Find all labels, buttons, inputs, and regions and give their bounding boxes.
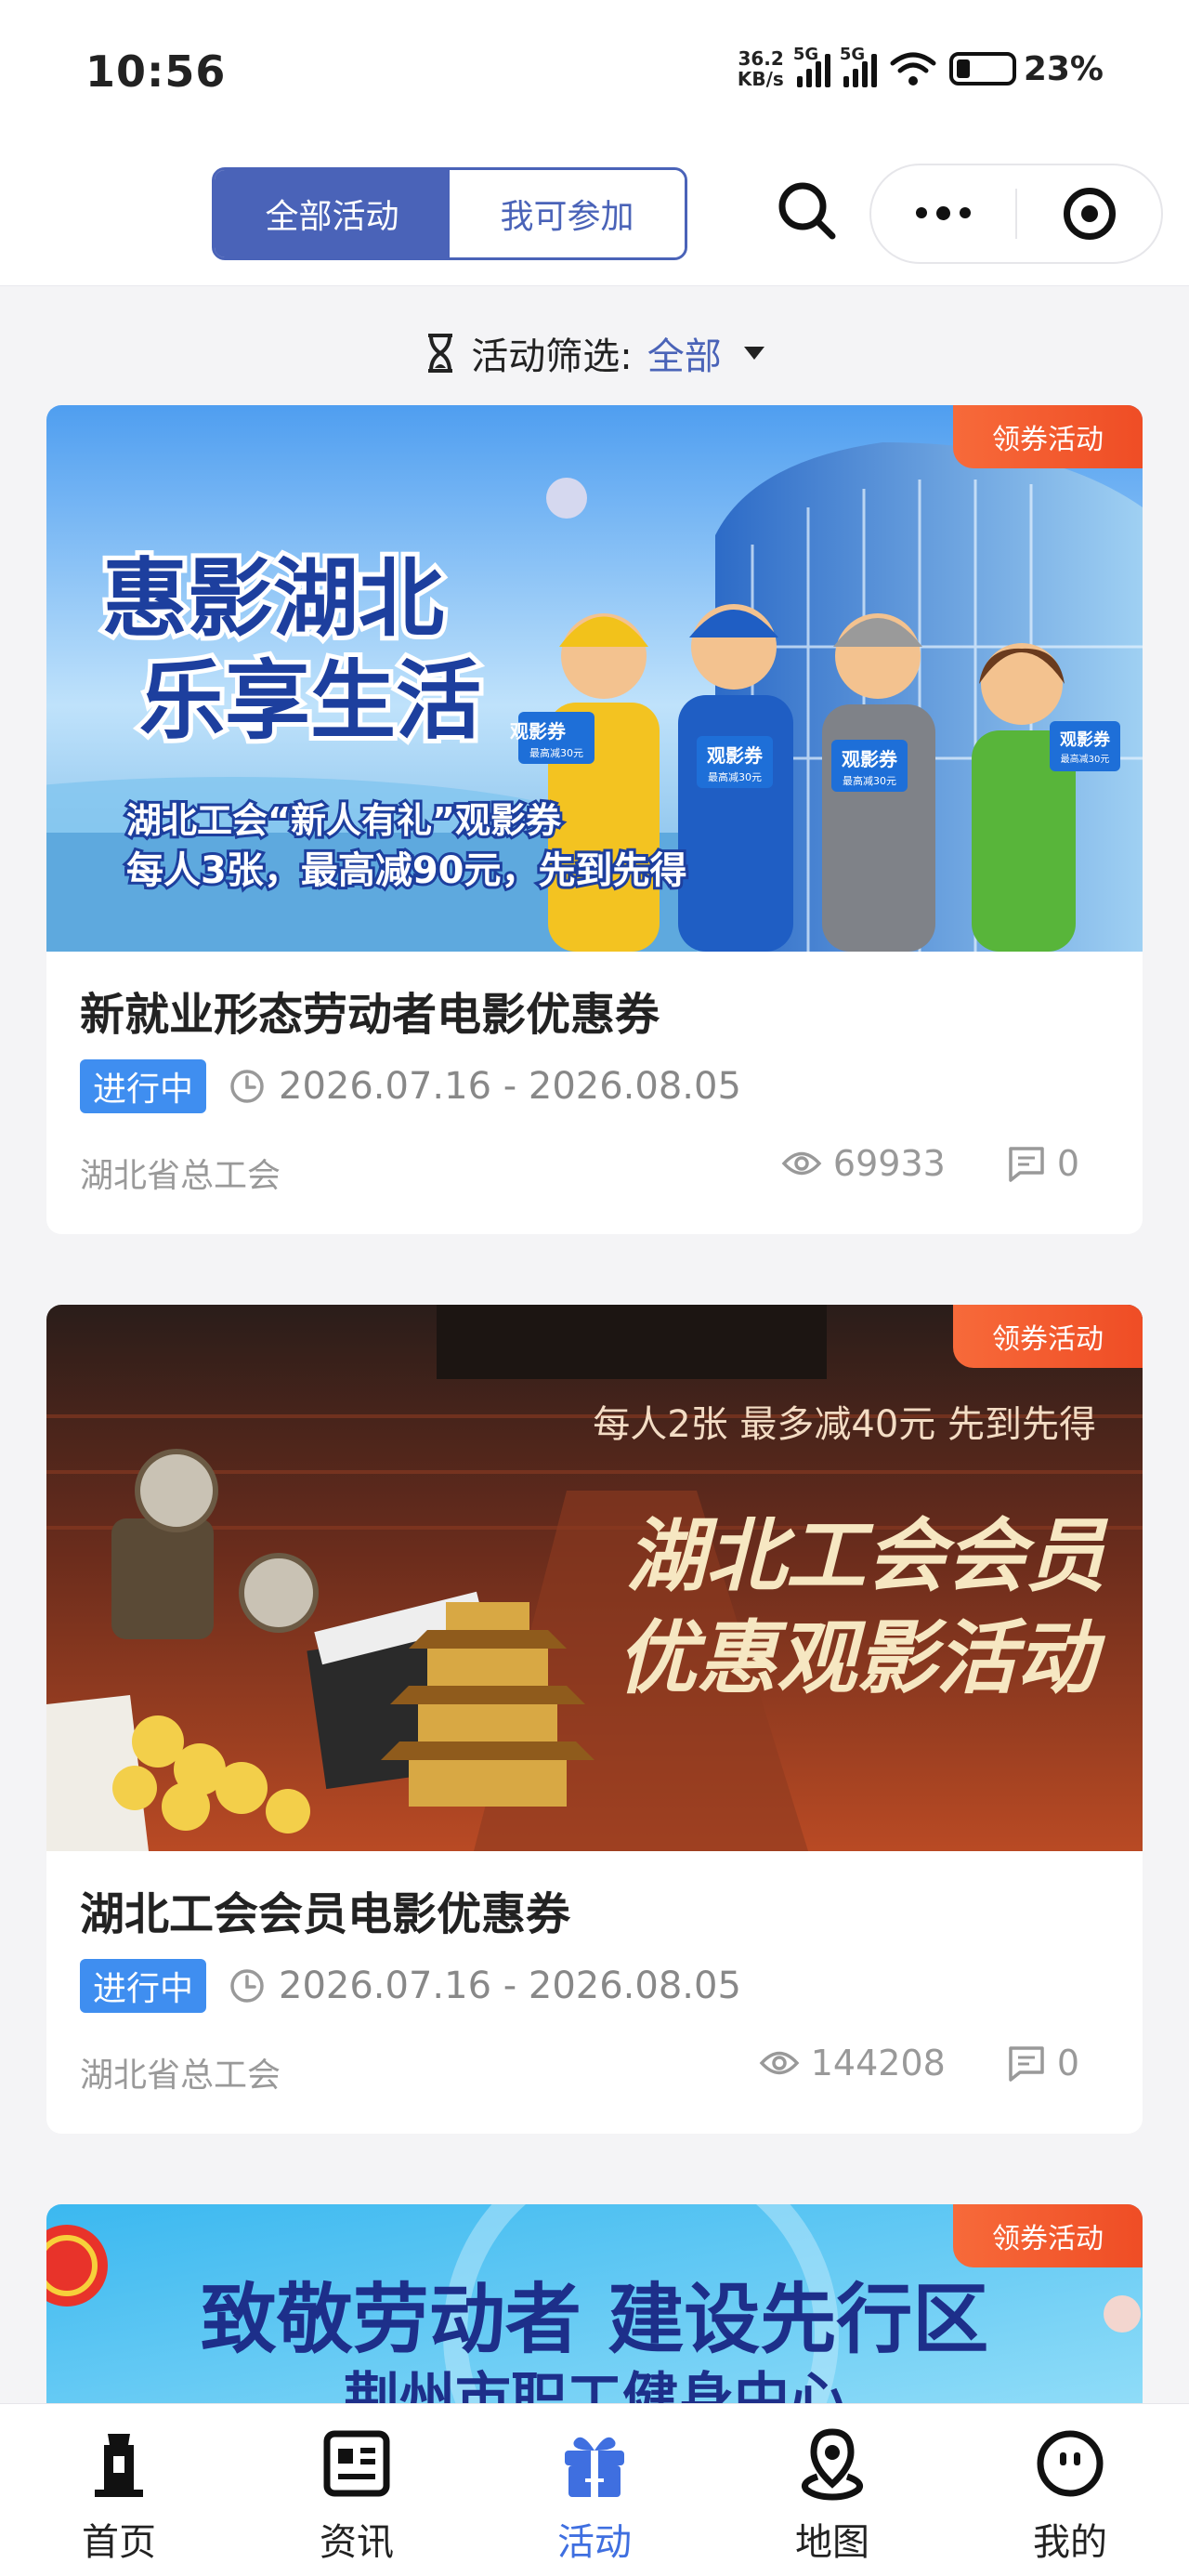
view-count: 69933 [781, 1143, 946, 1184]
miniprogram-capsule [869, 164, 1163, 264]
target-circle-icon [1063, 188, 1116, 240]
svg-text:最高减30元: 最高减30元 [529, 746, 583, 759]
svg-text:荆州市职工健身中心: 荆州市职工健身中心 [344, 2367, 845, 2403]
comment-count[interactable]: 0 [1007, 1143, 1079, 1184]
status-badge: 进行中 [80, 1959, 207, 2013]
svg-text:最高减30元: 最高减30元 [1061, 753, 1110, 765]
signal-5g-icon-2: 5G [840, 45, 877, 87]
clock-icon [230, 1070, 264, 1103]
svg-text:乐享生活: 乐享生活 [139, 651, 481, 751]
map-pin-icon [802, 2428, 863, 2501]
top-nav: 全部活动 我可参加 [0, 149, 1189, 286]
tab-news[interactable]: 资讯 [238, 2404, 476, 2576]
view-count: 144208 [759, 2043, 946, 2083]
activity-stats: 69933 0 [781, 1143, 1079, 1184]
union-movie-banner-image: 每人2张 最多减40元 先到先得 湖北工会会员 优惠观影活动 [46, 1305, 1143, 1851]
eye-icon [781, 1151, 822, 1176]
bottom-tab-bar: 首页 资讯 活动 地图 我的 [0, 2403, 1189, 2576]
coupon-activity-badge: 领券活动 [953, 1305, 1143, 1368]
coupon-activity-badge: 领券活动 [953, 2204, 1143, 2267]
activity-scope-toggle: 全部活动 我可参加 [212, 167, 687, 260]
more-dots-icon [916, 206, 971, 220]
activity-date: 2026.07.16 - 2026.08.05 [229, 1059, 741, 1113]
tab-home[interactable]: 首页 [0, 2404, 238, 2576]
filter-value[interactable]: 全部 [647, 326, 722, 380]
svg-text:湖北工会会员: 湖北工会会员 [626, 1510, 1109, 1603]
home-tower-icon [95, 2434, 143, 2497]
battery-icon [948, 52, 1016, 85]
tab-map[interactable]: 地图 [713, 2404, 951, 2576]
svg-text:观影券: 观影券 [1060, 729, 1111, 750]
tab-joinable-activities[interactable]: 我可参加 [450, 170, 685, 257]
activity-card[interactable]: 每人2张 最多减40元 先到先得 湖北工会会员 优惠观影活动 领券活动 湖北工会… [46, 1305, 1143, 2134]
svg-text:观影券: 观影券 [842, 748, 898, 770]
svg-text:每人2张 最多减40元 先到先得: 每人2张 最多减40元 先到先得 [593, 1403, 1096, 1446]
status-bar: 10:56 36.2 KB/s 5G 5G 23% [0, 0, 1189, 149]
clock-icon [230, 1969, 264, 2003]
activity-banner: 致敬劳动者 建设先行区 荆州市职工健身中心 领券活动 [46, 2204, 1143, 2403]
svg-text:每人3张，最高减90元，先到先得: 每人3张，最高减90元，先到先得 [126, 849, 687, 892]
svg-text:最高减30元: 最高减30元 [708, 770, 762, 783]
svg-text:观影券: 观影券 [707, 744, 764, 767]
comment-count[interactable]: 0 [1007, 2043, 1079, 2083]
comment-icon [1009, 1147, 1044, 1182]
status-badge: 进行中 [80, 1059, 207, 1113]
tab-activities[interactable]: 活动 [476, 2404, 713, 2576]
filter-label: 活动筛选: [471, 335, 633, 378]
activity-card[interactable]: 致敬劳动者 建设先行区 荆州市职工健身中心 领券活动 [46, 2204, 1143, 2403]
search-icon[interactable] [771, 175, 845, 249]
svg-text:优惠观影活动: 优惠观影活动 [617, 1612, 1106, 1705]
organizer: 湖北省总工会 [80, 2057, 281, 2095]
activity-filter[interactable]: 活动筛选: 全部 [0, 316, 1189, 390]
battery-indicator: 23% [948, 50, 1104, 88]
svg-text:最高减30元: 最高减30元 [843, 774, 896, 787]
movie-coupon-banner-image: 观影券 最高减30元 观影券 最高减30元 观影券 最高减30元 观影券 最高减… [46, 405, 1143, 952]
more-menu-button[interactable] [871, 165, 1015, 262]
wifi-icon [890, 52, 936, 85]
activity-title: 湖北工会会员电影优惠券 [80, 1888, 571, 1940]
status-indicators: 36.2 KB/s 5G 5G 23% [737, 45, 1104, 90]
tab-all-activities[interactable]: 全部活动 [215, 170, 450, 257]
tab-profile[interactable]: 我的 [951, 2404, 1189, 2576]
dropdown-arrow-icon [743, 347, 764, 360]
svg-text:观影券: 观影券 [510, 720, 567, 743]
svg-text:惠影湖北: 惠影湖北 [102, 549, 444, 649]
close-miniprogram-button[interactable] [1017, 165, 1161, 262]
activity-card[interactable]: 观影券 最高减30元 观影券 最高减30元 观影券 最高减30元 观影券 最高减… [46, 405, 1143, 1234]
profile-face-icon [1037, 2430, 1104, 2497]
organizer: 湖北省总工会 [80, 1157, 281, 1195]
eye-icon [759, 2051, 800, 2075]
coupon-activity-badge: 领券活动 [953, 405, 1143, 468]
svg-text:湖北工会“新人有礼”观影券: 湖北工会“新人有礼”观影券 [126, 800, 562, 841]
activity-stats: 144208 0 [759, 2043, 1079, 2083]
network-speed: 36.2 KB/s [737, 47, 784, 90]
activity-banner: 观影券 最高减30元 观影券 最高减30元 观影券 最高减30元 观影券 最高减… [46, 405, 1143, 952]
comment-icon [1009, 2046, 1044, 2082]
svg-text:致敬劳动者 建设先行区: 致敬劳动者 建设先行区 [201, 2276, 989, 2364]
activity-banner: 每人2张 最多减40元 先到先得 湖北工会会员 优惠观影活动 领券活动 [46, 1305, 1143, 1851]
gift-icon [565, 2437, 624, 2497]
hourglass-icon [428, 334, 453, 373]
activity-date: 2026.07.16 - 2026.08.05 [229, 1959, 741, 2013]
news-icon [323, 2430, 390, 2497]
activity-title: 新就业形态劳动者电影优惠券 [80, 989, 660, 1041]
clock: 10:56 [85, 46, 227, 97]
signal-5g-icon: 5G [793, 45, 830, 87]
